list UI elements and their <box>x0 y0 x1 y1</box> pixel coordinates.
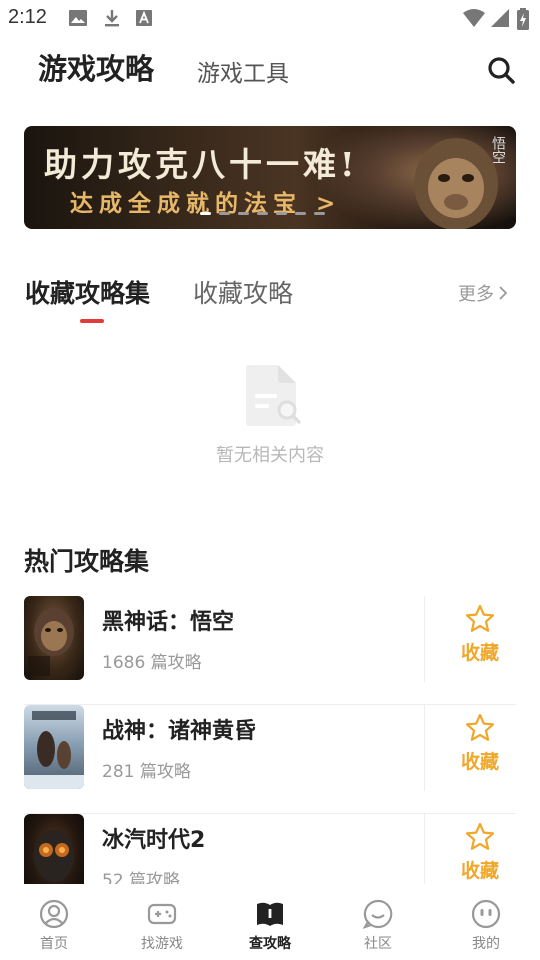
hot-collection-list: 黑神话：悟空 1686 篇攻略 收藏 战神：诸神黄昏 281 篇攻略 收藏 冰汽… <box>24 596 516 884</box>
battery-icon <box>517 8 529 30</box>
more-label: 更多 <box>458 284 494 305</box>
home-icon <box>39 899 69 929</box>
hot-section-title: 热门攻略集 <box>24 547 150 576</box>
active-tab-indicator <box>80 319 104 323</box>
banner-dot <box>276 212 287 215</box>
more-link[interactable]: 更多 <box>458 280 508 306</box>
chat-icon <box>362 899 393 929</box>
banner-headline: 助力攻克八十一难! <box>44 145 359 184</box>
nav-label: 找游戏 <box>141 936 183 952</box>
game-cover-art <box>28 608 74 676</box>
divider <box>424 596 425 682</box>
download-icon <box>105 10 119 27</box>
nav-item-home[interactable]: 首页 <box>0 886 108 960</box>
favorite-button[interactable]: 收藏 <box>444 822 516 884</box>
bottom-nav: 首页 找游戏 查攻略 社区 我的 <box>0 886 540 960</box>
star-icon <box>465 822 495 850</box>
banner-pagination <box>200 212 340 216</box>
game-cover <box>24 814 84 884</box>
chevron-right-icon <box>499 286 508 300</box>
book-icon <box>257 902 283 926</box>
game-name: 冰汽时代2 <box>102 828 206 853</box>
nav-label: 首页 <box>40 936 68 952</box>
guide-count: 52 篇攻略 <box>102 871 181 884</box>
signal-icon <box>491 9 509 27</box>
nav-item-profile[interactable]: 我的 <box>432 886 540 960</box>
nav-label: 我的 <box>472 936 500 952</box>
nav-label: 查攻略 <box>249 936 291 952</box>
banner-game-logo: 悟空 <box>490 136 506 164</box>
game-cover <box>24 596 84 680</box>
tab-game-guides[interactable]: 游戏攻略 <box>38 46 154 88</box>
search-icon <box>488 57 515 84</box>
status-time: 2:12 <box>8 6 47 28</box>
favorite-button[interactable]: 收藏 <box>444 604 516 674</box>
star-icon <box>465 713 495 741</box>
guide-count: 281 篇攻略 <box>102 762 191 782</box>
favorite-label: 收藏 <box>460 860 499 882</box>
list-item[interactable]: 战神：诸神黄昏 281 篇攻略 收藏 <box>24 705 516 814</box>
list-item[interactable]: 冰汽时代2 52 篇攻略 收藏 <box>24 814 516 884</box>
empty-document-icon <box>246 365 301 426</box>
wifi-icon <box>463 9 485 27</box>
divider <box>424 814 425 884</box>
empty-state-text: 暂无相关内容 <box>216 445 324 466</box>
game-cover-art <box>24 711 84 789</box>
nav-item-community[interactable]: 社区 <box>324 886 432 960</box>
search-button[interactable] <box>486 55 516 85</box>
game-name: 黑神话：悟空 <box>102 610 235 635</box>
status-bar: 2:12 <box>0 0 540 36</box>
tab-saved-collections[interactable]: 收藏攻略集 <box>25 274 150 310</box>
favorite-button[interactable]: 收藏 <box>444 713 516 783</box>
list-item[interactable]: 黑神话：悟空 1686 篇攻略 收藏 <box>24 596 516 705</box>
profile-icon <box>471 899 501 929</box>
banner-dot <box>314 212 325 215</box>
game-cover <box>24 705 84 789</box>
gamepad-icon <box>147 903 177 925</box>
banner-dot <box>219 212 230 215</box>
font-icon <box>136 10 152 26</box>
image-icon <box>69 10 87 26</box>
nav-label: 社区 <box>364 936 392 952</box>
tab-game-tools[interactable]: 游戏工具 <box>197 54 289 88</box>
nav-item-find-games[interactable]: 找游戏 <box>108 886 216 960</box>
banner-dot <box>200 212 211 215</box>
divider <box>424 705 425 791</box>
favorite-label: 收藏 <box>460 642 499 664</box>
star-icon <box>465 604 495 632</box>
favorite-label: 收藏 <box>460 751 499 773</box>
banner-dot <box>295 212 306 215</box>
nav-item-guides[interactable]: 查攻略 <box>216 886 324 960</box>
banner-dot <box>257 212 268 215</box>
game-cover-art <box>34 830 74 882</box>
tab-saved-guides[interactable]: 收藏攻略 <box>193 274 293 310</box>
game-name: 战神：诸神黄昏 <box>102 719 257 744</box>
banner-dot <box>238 212 249 215</box>
guide-count: 1686 篇攻略 <box>102 653 202 673</box>
